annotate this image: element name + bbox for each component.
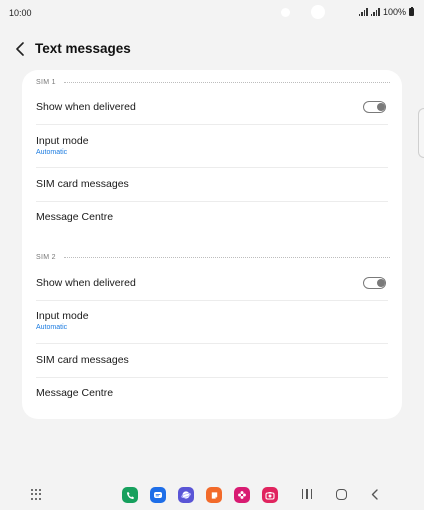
section-label: SIM 2 bbox=[36, 253, 56, 261]
row-title: SIM card messages bbox=[36, 354, 129, 366]
page-title: Text messages bbox=[35, 41, 131, 56]
section-divider bbox=[63, 256, 390, 258]
row-subtitle: Automatic bbox=[36, 149, 68, 156]
status-bar: 10:00 100% bbox=[0, 0, 424, 24]
status-icons: 100% bbox=[358, 6, 414, 17]
toggle-knob bbox=[376, 278, 385, 287]
sim-card-messages-sim2[interactable]: SIM card messages bbox=[36, 344, 388, 377]
battery-icon bbox=[409, 6, 414, 16]
notes-icon bbox=[211, 491, 217, 499]
row-title: SIM card messages bbox=[36, 178, 129, 190]
message-centre-sim1[interactable]: Message Centre bbox=[36, 202, 388, 235]
internet-icon bbox=[181, 491, 191, 499]
camera-cutout-icon bbox=[281, 8, 290, 17]
header: Text messages bbox=[0, 36, 424, 62]
camera-icon bbox=[265, 491, 275, 500]
gallery-app-icon[interactable] bbox=[234, 487, 250, 503]
messages-app-icon[interactable] bbox=[150, 487, 166, 503]
input-mode-sim1[interactable]: Input mode Automatic bbox=[36, 125, 388, 167]
row-subtitle: Automatic bbox=[36, 324, 68, 331]
sim-card-messages-sim1[interactable]: SIM card messages bbox=[36, 168, 388, 201]
camera-app-icon[interactable] bbox=[262, 487, 278, 503]
messages-icon bbox=[154, 491, 162, 498]
show-when-delivered-toggle[interactable] bbox=[363, 101, 386, 113]
internet-app-icon[interactable] bbox=[178, 487, 194, 503]
notes-app-icon[interactable] bbox=[206, 487, 222, 503]
battery-percent: 100% bbox=[382, 7, 406, 17]
back-button[interactable] bbox=[10, 39, 30, 59]
home-button[interactable] bbox=[336, 489, 347, 500]
input-mode-sim2[interactable]: Input mode Automatic bbox=[36, 301, 388, 343]
signal-icon bbox=[358, 8, 368, 16]
chevron-left-icon bbox=[16, 42, 24, 56]
section-divider bbox=[63, 81, 390, 83]
show-when-delivered-sim2[interactable]: Show when delivered bbox=[36, 266, 388, 300]
status-time: 10:00 bbox=[9, 8, 32, 18]
signal-icon bbox=[370, 8, 380, 16]
phone-app-icon[interactable] bbox=[122, 487, 138, 503]
section-label: SIM 1 bbox=[36, 78, 56, 86]
show-when-delivered-sim1[interactable]: Show when delivered bbox=[36, 90, 388, 124]
row-title: Message Centre bbox=[36, 387, 114, 399]
row-title: Show when delivered bbox=[36, 277, 136, 289]
row-title: Input mode bbox=[36, 135, 89, 147]
toggle-knob bbox=[376, 102, 385, 111]
gallery-icon bbox=[238, 491, 246, 499]
row-title: Message Centre bbox=[36, 211, 114, 223]
back-arrow-icon bbox=[371, 489, 378, 500]
message-centre-sim2[interactable]: Message Centre bbox=[36, 378, 388, 411]
row-title: Show when delivered bbox=[36, 101, 136, 113]
section-header-sim2: SIM 2 bbox=[36, 252, 390, 262]
recent-apps-button[interactable] bbox=[302, 489, 312, 500]
navigation-bar bbox=[0, 480, 424, 510]
apps-grid-icon[interactable] bbox=[31, 489, 42, 500]
settings-card: SIM 1 Show when delivered Input mode Aut… bbox=[22, 70, 402, 419]
show-when-delivered-toggle[interactable] bbox=[363, 277, 386, 289]
row-title: Input mode bbox=[36, 310, 89, 322]
camera-cutout-icon bbox=[311, 5, 325, 19]
phone-icon bbox=[126, 491, 134, 499]
nav-back-button[interactable] bbox=[369, 488, 381, 501]
edge-panel-handle[interactable] bbox=[418, 108, 424, 158]
section-header-sim1: SIM 1 bbox=[36, 77, 390, 87]
